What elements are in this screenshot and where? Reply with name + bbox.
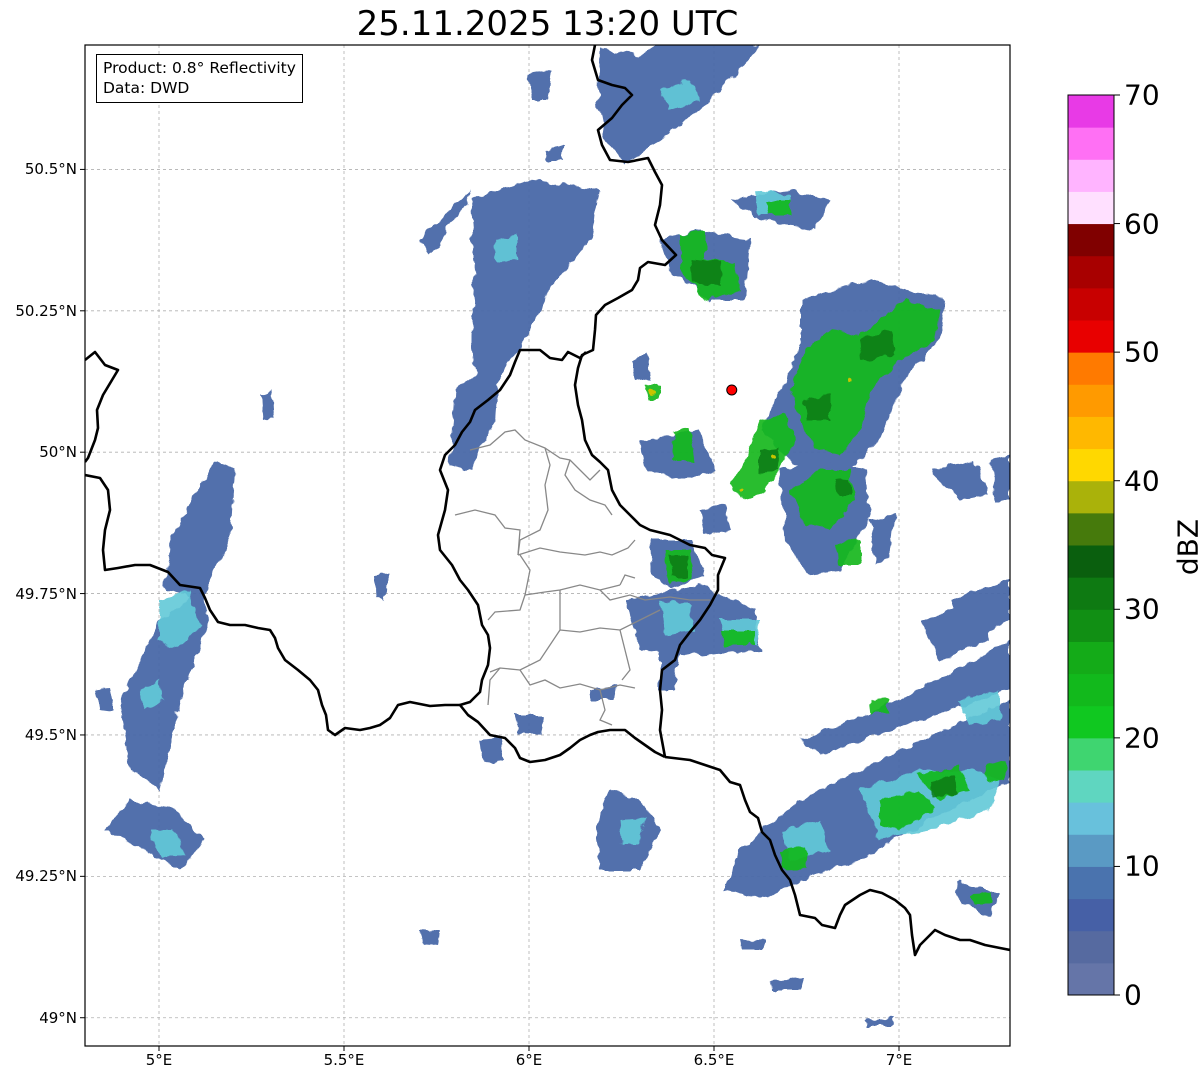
colorbar-segment: [1068, 416, 1114, 450]
colorbar-segment: [1068, 770, 1114, 803]
product-info-box: Product: 0.8° Reflectivity Data: DWD: [96, 54, 303, 103]
colorbar-segment: [1068, 223, 1114, 257]
lat-tick-label: 50°N: [39, 443, 77, 462]
colorbar-segment: [1068, 127, 1114, 160]
colorbar-segment: [1068, 255, 1114, 289]
lon-tick-label: 6°E: [515, 1051, 543, 1069]
colorbar-segment: [1068, 866, 1114, 900]
colorbar-tick-label: 40: [1124, 464, 1160, 498]
colorbar-segment: [1068, 287, 1114, 321]
lon-tick-label: 6.5°E: [693, 1051, 735, 1069]
lat-tick-label: 49°N: [39, 1008, 77, 1027]
colorbar-segment: [1068, 898, 1114, 932]
lat-tick-label: 49.75°N: [15, 584, 77, 603]
colorbar-tick-label: 20: [1124, 721, 1160, 755]
colorbar-tick-label: 60: [1124, 207, 1160, 241]
product-label: Product: 0.8° Reflectivity: [103, 59, 296, 77]
colorbar-segment: [1068, 962, 1114, 996]
colorbar-unit-label: dBZ: [1171, 518, 1202, 576]
radar-site-marker: [726, 384, 738, 396]
colorbar-segment: [1068, 737, 1114, 771]
colorbar-segment: [1068, 609, 1114, 642]
colorbar-segment: [1068, 384, 1114, 417]
colorbar-segment: [1068, 352, 1114, 385]
colorbar-segment: [1068, 545, 1114, 578]
echo-weak: [95, 45, 1010, 1026]
colorbar-tick-label: 10: [1124, 849, 1160, 883]
data-source-label: Data: DWD: [103, 79, 190, 97]
colorbar-segment: [1068, 577, 1114, 610]
colorbar-tick-label: 50: [1124, 335, 1160, 369]
lat-tick-label: 50.25°N: [15, 301, 77, 320]
lat-tick-label: 49.5°N: [24, 725, 77, 744]
lon-tick-label: 7°E: [885, 1051, 913, 1069]
colorbar-segment: [1068, 320, 1114, 353]
colorbar-segment: [1068, 802, 1114, 835]
lat-tick-label: 50.5°N: [24, 160, 77, 179]
colorbar-segment: [1068, 512, 1114, 546]
colorbar-segment: [1068, 159, 1114, 192]
lon-tick-label: 5.5°E: [323, 1051, 365, 1069]
colorbar-segment: [1068, 480, 1114, 514]
lon-tick-label: 5°E: [145, 1051, 173, 1069]
radar-map: [80, 44, 1120, 1051]
colorbar-segment: [1068, 834, 1114, 867]
colorbar-segment: [1068, 705, 1114, 739]
colorbar-segment: [1068, 930, 1114, 964]
colorbar-segment: [1068, 95, 1114, 128]
colorbar-tick-label: 30: [1124, 592, 1160, 626]
colorbar-tick-label: 70: [1124, 78, 1160, 112]
colorbar-segment: [1068, 673, 1114, 707]
radar-echoes: [95, 45, 1010, 1026]
colorbar: [1067, 94, 1120, 996]
colorbar-tick-label: 0: [1124, 978, 1142, 1012]
colorbar-segment: [1068, 191, 1114, 225]
colorbar-segment: [1068, 448, 1114, 482]
colorbar-segment: [1068, 641, 1114, 675]
lat-tick-label: 49.25°N: [15, 867, 77, 886]
